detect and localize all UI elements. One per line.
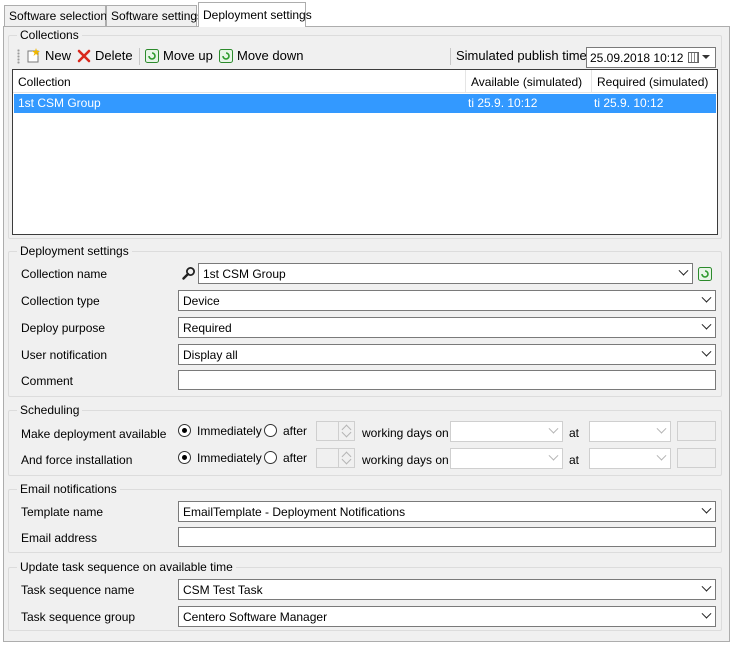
available-after-label[interactable]: after [283,424,307,438]
user-notification-value: Display all [183,348,238,362]
stepper-buttons[interactable] [338,422,354,440]
chevron-down-icon [656,450,667,461]
tab-software-selection[interactable]: Software selection [4,5,107,26]
available-days-stepper[interactable] [316,421,355,441]
tab-deployment-settings[interactable]: Deployment settings [198,2,312,27]
available-label: Make deployment available [21,427,167,441]
stepper-buttons[interactable] [338,449,354,467]
chevron-down-icon [701,292,712,303]
toolbar-grip[interactable] [17,49,20,64]
toolbar-separator [139,48,140,65]
collections-title: Collections [17,28,82,42]
force-time-select[interactable] [589,448,671,469]
email-notifications-title: Email notifications [17,482,120,496]
deploy-purpose-value: Required [183,321,232,335]
publish-time-label: Simulated publish time: [456,48,591,63]
cell-available: ti 25.9. 10:12 [468,96,538,110]
user-notification-select[interactable]: Display all [178,344,716,365]
new-icon [27,48,40,63]
column-header-available[interactable]: Available (simulated) [466,70,592,93]
template-name-label: Template name [21,505,104,519]
available-day-select[interactable] [450,421,563,442]
comment-label: Comment [21,374,74,388]
collection-type-select[interactable]: Device [178,290,716,311]
force-immediately-radio[interactable] [178,451,191,464]
collection-name-value: 1st CSM Group [203,267,286,281]
email-address-label: Email address [21,531,98,545]
task-sequence-name-label: Task sequence name [21,583,135,597]
force-after-label[interactable]: after [283,451,307,465]
force-at-label: at [569,453,580,467]
cell-collection: 1st CSM Group [18,96,101,110]
move-up-button[interactable]: Move up [145,48,213,63]
force-working-days-label: working days on [362,453,449,467]
delete-icon [77,49,91,62]
chevron-down-icon [548,450,559,461]
available-immediately-radio[interactable] [178,424,191,437]
available-immediately-label[interactable]: Immediately [197,424,262,438]
task-sequence-name-select[interactable]: CSM Test Task [178,579,716,600]
delete-button-label: Delete [95,48,133,63]
move-up-icon [145,48,159,63]
move-down-button[interactable]: Move down [219,48,303,63]
email-address-field[interactable] [178,527,716,547]
task-sequence-group-select[interactable]: Centero Software Manager [178,606,716,627]
available-time-select[interactable] [589,421,671,442]
move-down-icon [219,48,233,63]
collection-type-value: Device [183,294,220,308]
collection-type-label: Collection type [21,294,100,308]
available-working-days-label: working days on [362,426,449,440]
delete-button[interactable]: Delete [77,48,133,63]
table-row[interactable]: 1st CSM Group ti 25.9. 10:12 ti 25.9. 10… [14,94,716,113]
publish-time-picker[interactable]: 25.09.2018 10:12 [586,47,716,68]
chevron-down-icon [701,346,712,357]
template-name-select[interactable]: EmailTemplate - Deployment Notifications [178,501,716,522]
scheduling-title: Scheduling [17,403,83,417]
force-after-radio[interactable] [264,451,277,464]
search-icon[interactable] [182,266,196,280]
chevron-down-icon [656,423,667,434]
chevron-down-icon [701,581,712,592]
template-name-value: EmailTemplate - Deployment Notifications [183,505,406,519]
collections-list[interactable]: Collection Available (simulated) Require… [12,69,718,235]
available-at-label: at [569,426,580,440]
deploy-purpose-select[interactable]: Required [178,317,716,338]
collection-name-label: Collection name [21,267,108,281]
move-down-label: Move down [237,48,304,63]
refresh-icon[interactable] [698,267,712,281]
task-sequence-group-value: Centero Software Manager [183,610,328,624]
cell-required: ti 25.9. 10:12 [594,96,664,110]
toolbar-separator [450,48,451,65]
chevron-down-icon [701,503,712,514]
column-header-collection[interactable]: Collection [13,70,466,93]
task-sequence-group-label: Task sequence group [21,610,136,624]
force-immediately-label[interactable]: Immediately [197,451,262,465]
deployment-settings-title: Deployment settings [17,244,132,258]
available-after-radio[interactable] [264,424,277,437]
tab-software-settings[interactable]: Software settings [106,5,203,26]
force-label: And force installation [21,453,133,467]
list-header: Collection Available (simulated) Require… [13,70,717,93]
chevron-down-icon [548,423,559,434]
chevron-down-icon[interactable] [702,55,710,59]
chevron-down-icon [701,608,712,619]
comment-field[interactable] [178,370,716,390]
available-time-field[interactable] [677,421,716,441]
force-time-field[interactable] [677,448,716,468]
collection-name-select[interactable]: 1st CSM Group [198,263,693,284]
chevron-down-icon [678,265,689,276]
column-header-required[interactable]: Required (simulated) [592,70,717,93]
task-sequence-name-value: CSM Test Task [183,583,263,597]
chevron-down-icon [701,319,712,330]
deploy-purpose-label: Deploy purpose [21,321,106,335]
move-up-label: Move up [163,48,213,63]
force-day-select[interactable] [450,448,563,469]
calendar-icon[interactable] [688,52,699,63]
publish-time-value: 25.09.2018 10:12 [590,51,684,65]
new-button-label: New [45,48,72,63]
new-button[interactable]: New [26,48,71,63]
force-days-stepper[interactable] [316,448,355,468]
task-sequence-title: Update task sequence on available time [17,560,236,574]
user-notification-label: User notification [21,348,108,362]
